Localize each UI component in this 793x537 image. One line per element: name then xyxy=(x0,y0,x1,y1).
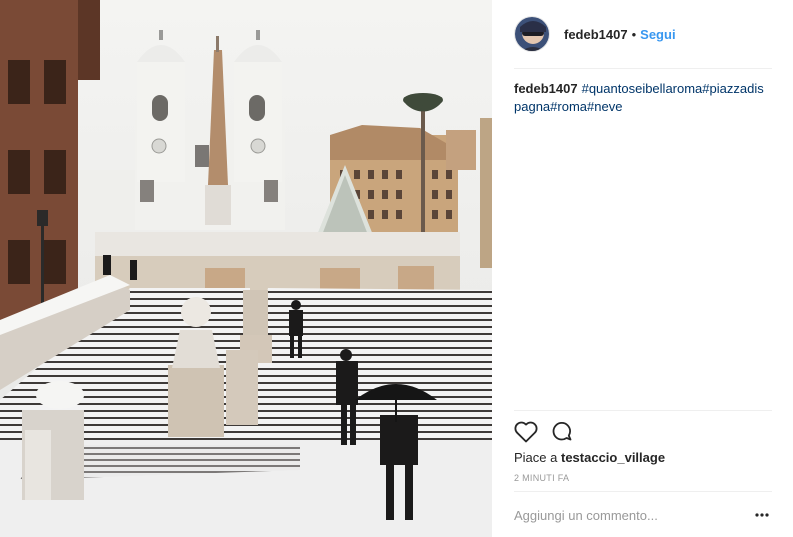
follow-button[interactable]: Segui xyxy=(640,27,675,42)
author-username[interactable]: fedeb1407 xyxy=(564,27,628,42)
liker-username[interactable]: testaccio_village xyxy=(561,450,665,465)
header-divider xyxy=(514,68,772,69)
avatar-image xyxy=(515,17,549,51)
post-side-panel: fedeb1407 • Segui fedeb1407 #quantoseibel… xyxy=(492,0,793,537)
more-options-icon xyxy=(755,513,769,517)
like-button[interactable] xyxy=(512,418,540,446)
likes-prefix: Piace a xyxy=(514,450,558,465)
post-photo-image xyxy=(0,0,492,537)
likes-summary: Piace a testaccio_village xyxy=(514,450,665,465)
post-actions xyxy=(512,418,584,446)
hashtag-link[interactable]: #quantoseibellaroma xyxy=(582,81,703,96)
comment-button[interactable] xyxy=(548,418,576,446)
post-timestamp[interactable]: 2 MINUTI FA xyxy=(514,473,569,483)
hashtag-link[interactable]: #roma xyxy=(550,99,587,114)
more-options-button[interactable] xyxy=(752,505,772,525)
author-avatar[interactable] xyxy=(514,16,550,52)
comment-input[interactable] xyxy=(514,507,752,523)
comment-divider xyxy=(514,491,772,492)
post-header: fedeb1407 • Segui xyxy=(514,14,772,54)
comment-form xyxy=(514,502,772,528)
heart-icon xyxy=(514,421,538,443)
separator-dot: • xyxy=(631,26,637,42)
caption-username[interactable]: fedeb1407 xyxy=(514,81,578,96)
post-photo[interactable] xyxy=(0,0,492,537)
hashtag-link[interactable]: #neve xyxy=(587,99,622,114)
post-caption: fedeb1407 #quantoseibellaroma#piazzadispa… xyxy=(514,80,770,116)
comment-icon xyxy=(552,422,572,441)
actions-divider xyxy=(514,410,772,411)
